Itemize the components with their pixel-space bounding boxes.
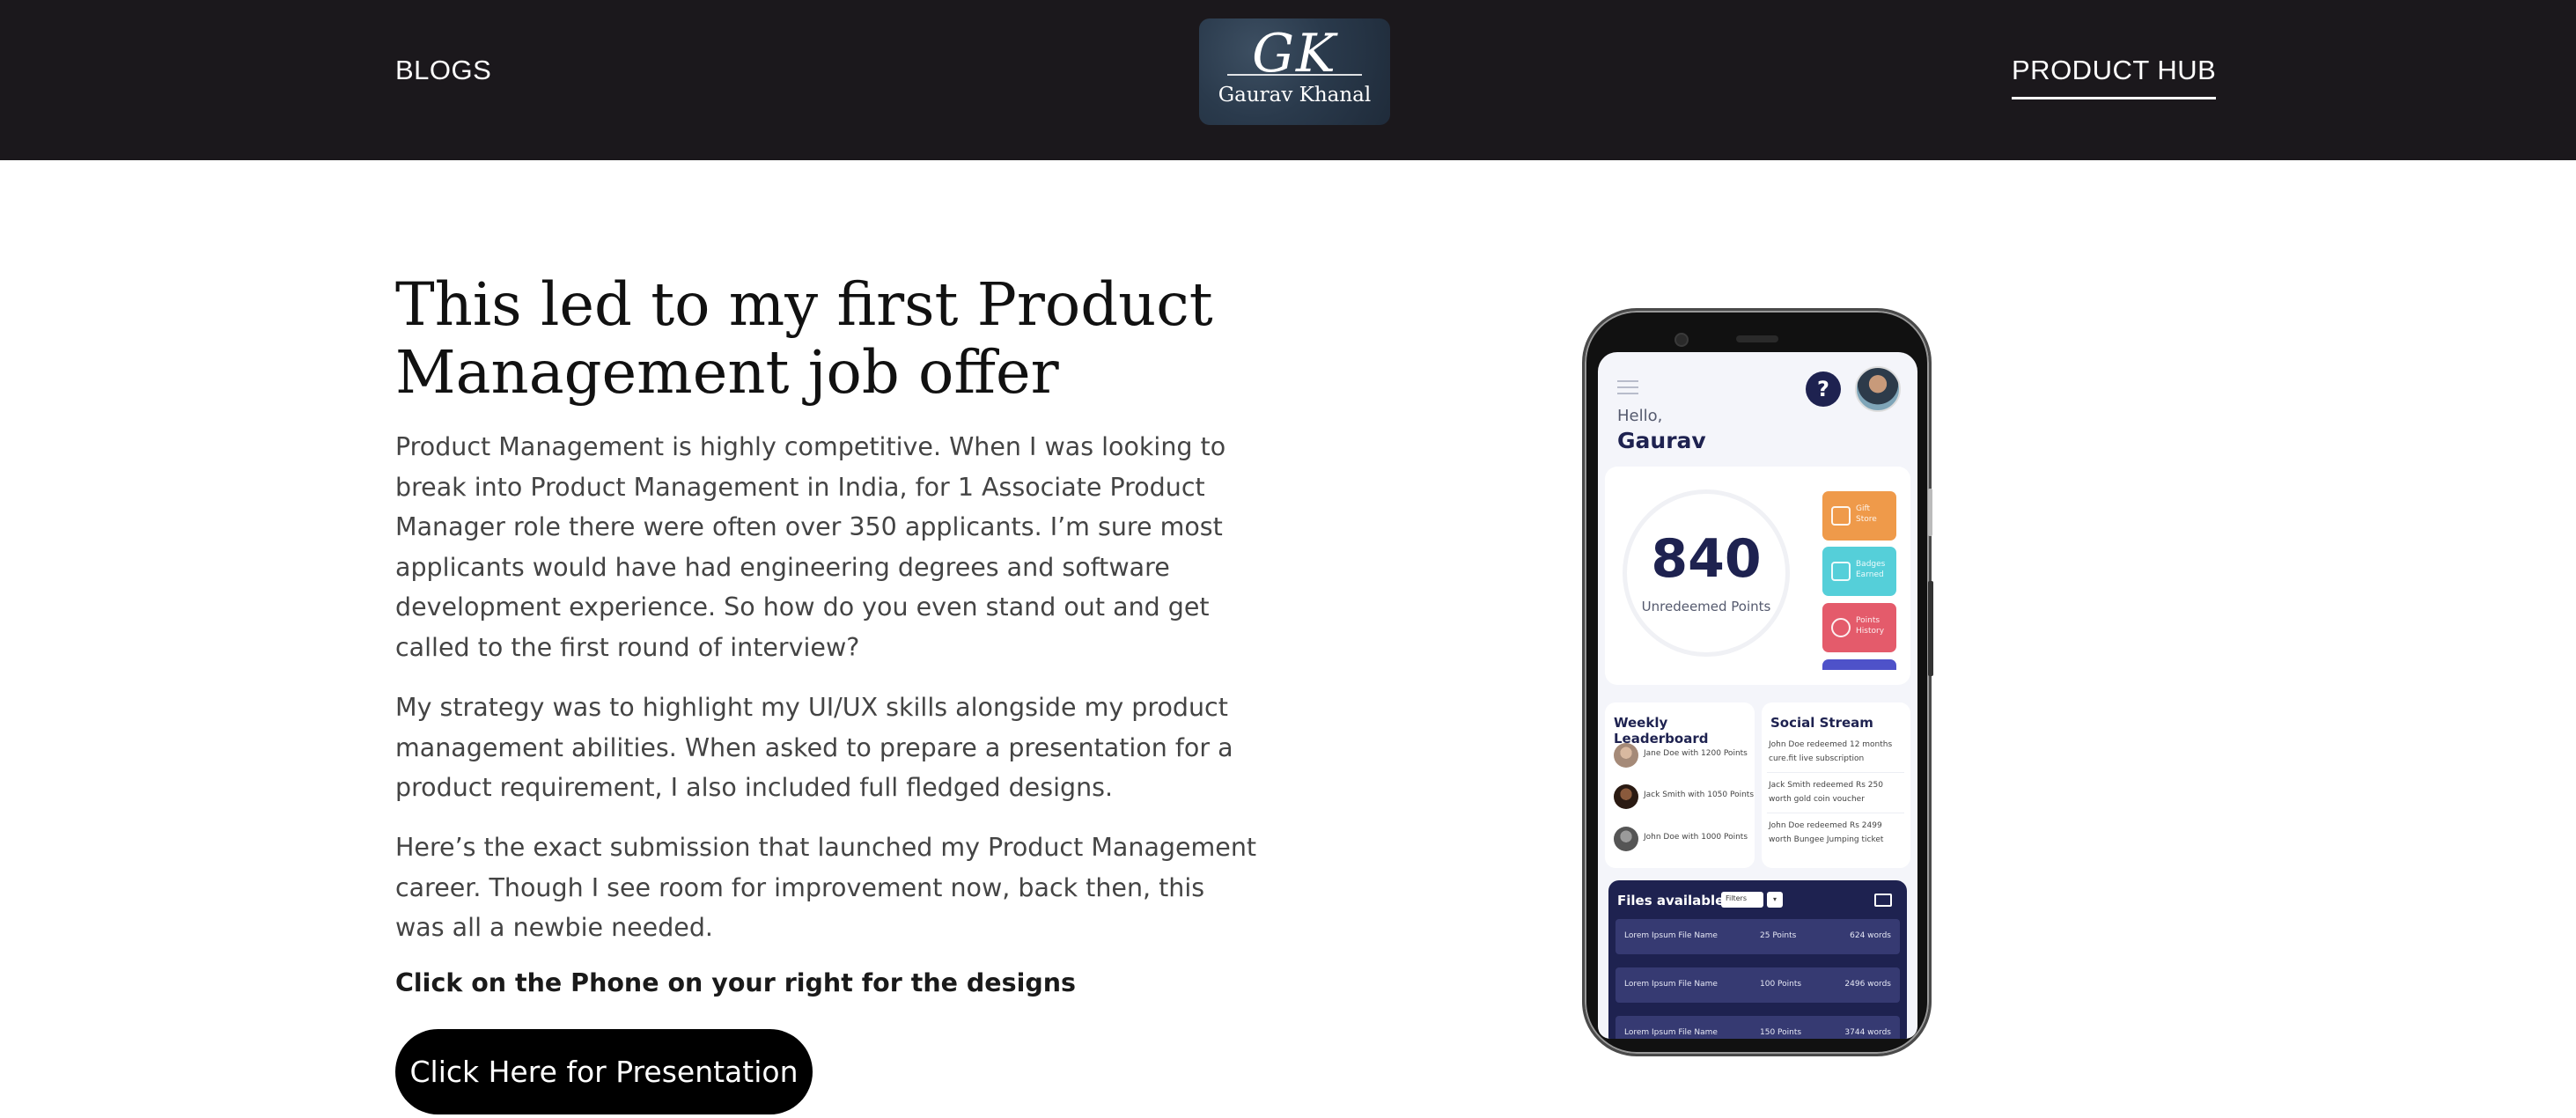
intro-paragraph: Product Management is highly competitive… — [395, 432, 1226, 662]
file-name: Lorem Ipsum File Name — [1624, 1028, 1718, 1037]
logo-divider — [1227, 74, 1362, 76]
phone-hint-text: Click on the Phone on your right for the… — [395, 968, 1076, 997]
tile-label: Points History — [1856, 616, 1885, 636]
tile-label: Gift Store — [1856, 504, 1877, 524]
page-title: This led to my first Product Management … — [395, 270, 1213, 407]
table-row: Lorem Ipsum File Name 25 Points 624 word… — [1616, 919, 1900, 954]
user-name: Gaurav — [1617, 428, 1706, 453]
points-label: Unredeemed Points — [1641, 599, 1771, 614]
badge-icon — [1831, 562, 1851, 581]
list-item: John Doe with 1000 Points — [1614, 825, 1755, 855]
site-logo[interactable]: GK Gaurav Khanal — [1199, 18, 1390, 125]
list-item: Jane Doe with 1200 Points — [1614, 741, 1755, 771]
chevron-down-icon: ▾ — [1767, 892, 1783, 908]
presentation-button[interactable]: Click Here for Presentation — [395, 1029, 813, 1114]
avatar — [1614, 743, 1638, 768]
points-history-tile: Points History — [1822, 603, 1896, 652]
avatar — [1614, 827, 1638, 851]
expand-icon — [1874, 894, 1892, 907]
nav-product-hub-link[interactable]: PRODUCT HUB — [2012, 55, 2217, 99]
badges-tile: Badges Earned — [1822, 547, 1896, 596]
avatar — [1855, 366, 1901, 412]
social-stream-title: Social Stream — [1770, 715, 1873, 731]
file-points: 150 Points — [1760, 1028, 1802, 1037]
leaderboard-entry: Jane Doe with 1200 Points — [1644, 749, 1748, 758]
stream-entry: Jack Smith redeemed Rs 250 worth gold co… — [1769, 781, 1883, 804]
files-filter-select: Filters — [1721, 892, 1763, 908]
strategy-paragraph: My strategy was to highlight my UI/UX sk… — [395, 693, 1233, 802]
stream-entry: John Doe redeemed Rs 2499 worth Bungee J… — [1769, 821, 1884, 844]
phone-speaker — [1736, 335, 1778, 342]
file-words: 2496 words — [1844, 980, 1891, 989]
stream-entry: John Doe redeemed 12 months cure.fit liv… — [1769, 740, 1893, 763]
file-words: 624 words — [1850, 931, 1891, 940]
leaderboard-entry: John Doe with 1000 Points — [1644, 833, 1748, 842]
table-row: Lorem Ipsum File Name 100 Points 2496 wo… — [1616, 967, 1900, 1003]
phone-camera-icon — [1674, 333, 1689, 347]
leaderboard-card: Weekly Leaderboard Jane Doe with 1200 Po… — [1605, 702, 1755, 868]
nav-blogs-link[interactable]: BLOGS — [395, 55, 491, 86]
file-points: 100 Points — [1760, 980, 1802, 989]
list-item: Jack Smith with 1050 Points — [1614, 783, 1755, 813]
file-name: Lorem Ipsum File Name — [1624, 931, 1718, 940]
files-card: Files available Filters ▾ Lorem Ipsum Fi… — [1608, 880, 1907, 1039]
files-title: Files available — [1617, 893, 1725, 908]
tile-label: Badges Earned — [1856, 560, 1886, 579]
coin-icon — [1831, 618, 1851, 637]
phone-screen[interactable]: ? Hello, Gaurav 840 Unredeemed Points Gi… — [1598, 352, 1917, 1039]
submission-paragraph: Here’s the exact submission that launche… — [395, 833, 1257, 942]
more-tile — [1822, 659, 1896, 670]
phone-power-button — [1928, 581, 1933, 676]
social-stream-card: Social Stream John Doe redeemed 12 month… — [1762, 702, 1910, 868]
file-points: 25 Points — [1760, 931, 1797, 940]
leaderboard-entry: Jack Smith with 1050 Points — [1644, 791, 1755, 799]
table-row: Lorem Ipsum File Name 150 Points 3744 wo… — [1616, 1016, 1900, 1039]
list-item: John Doe redeemed 12 months cure.fit liv… — [1767, 738, 1904, 773]
file-name: Lorem Ipsum File Name — [1624, 980, 1718, 989]
list-item: Jack Smith redeemed Rs 250 worth gold co… — [1767, 778, 1904, 813]
gift-store-tile: Gift Store — [1822, 491, 1896, 541]
help-icon: ? — [1806, 371, 1841, 407]
site-header: BLOGS GK Gaurav Khanal PRODUCT HUB — [0, 0, 2576, 160]
points-value: 840 — [1651, 528, 1762, 590]
hamburger-menu-icon — [1617, 380, 1638, 394]
list-item: John Doe redeemed Rs 2499 worth Bungee J… — [1767, 819, 1904, 854]
logo-name: Gaurav Khanal — [1218, 84, 1372, 107]
file-words: 3744 words — [1844, 1028, 1891, 1037]
greeting: Hello, — [1617, 407, 1663, 425]
gift-icon — [1831, 506, 1851, 526]
avatar — [1614, 784, 1638, 809]
phone-volume-button — [1928, 489, 1932, 536]
